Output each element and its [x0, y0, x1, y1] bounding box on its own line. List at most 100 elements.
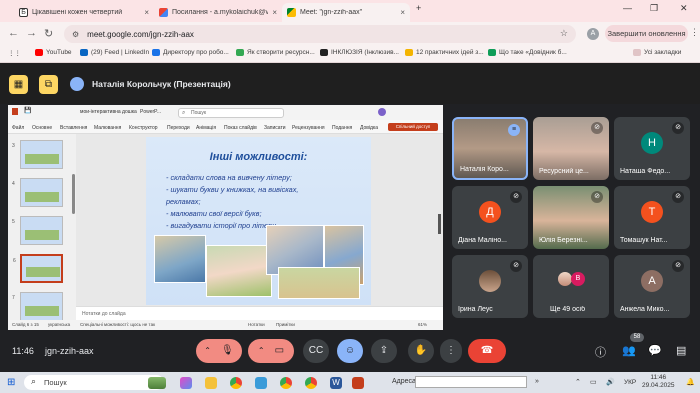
close-icon[interactable]: ×: [144, 8, 149, 17]
save-icon[interactable]: 💾: [24, 107, 31, 114]
participant-tile[interactable]: ⊘ Юлія Березні...: [533, 186, 609, 249]
ribbon-tab-slideshow[interactable]: Показ слайдів: [224, 125, 257, 131]
powerpoint-icon[interactable]: [352, 377, 364, 389]
chrome-icon[interactable]: [280, 377, 292, 389]
chevron-up-icon[interactable]: ⌃: [204, 346, 211, 355]
address-toolbar-input[interactable]: [415, 376, 527, 388]
share-button[interactable]: Спільний доступ: [388, 123, 438, 131]
windows-start-icon[interactable]: ⊞: [7, 377, 15, 388]
present-button[interactable]: ⇪: [371, 339, 397, 363]
bookmark-linkedin[interactable]: (29) Feed | LinkedIn: [80, 49, 149, 56]
tab-news[interactable]: Б Цікавішені кожен четвертий ×: [14, 3, 154, 22]
bookmark-director[interactable]: Директору про робо...: [152, 49, 229, 56]
zoom-level[interactable]: 61%: [418, 322, 427, 327]
participant-tile[interactable]: ⊘ Д Діана Маліно...: [452, 186, 528, 249]
taskbar-search[interactable]: Пошук: [24, 374, 164, 390]
captions-button[interactable]: CC: [303, 339, 329, 363]
notes-pane[interactable]: Нотатки до слайда: [76, 306, 443, 320]
chevron-up-icon[interactable]: ⌃: [258, 346, 265, 355]
bookmark-star-icon[interactable]: ☆: [560, 28, 568, 39]
user-avatar[interactable]: [378, 108, 386, 116]
ribbon-tab-insert[interactable]: Вставлення: [60, 125, 87, 131]
slide-thumb[interactable]: 7: [12, 292, 63, 321]
participant-tile[interactable]: ⊘ Т Томашук Нат...: [614, 186, 690, 249]
camera-toggle[interactable]: ⌃ ▭: [248, 339, 294, 363]
ribbon-tab-design[interactable]: Конструктор: [129, 125, 158, 131]
address-bar[interactable]: ⚙ meet.google.com/jgn-zzih-aax ☆: [64, 25, 576, 43]
maximize-icon[interactable]: ❐: [650, 3, 658, 14]
back-icon[interactable]: ←: [8, 27, 19, 39]
more-menu-icon[interactable]: ⋮: [690, 27, 699, 38]
thumbnails-scrollbar[interactable]: [72, 174, 75, 214]
bookmark-youtube[interactable]: YouTube: [35, 49, 72, 56]
language-indicator[interactable]: УКР: [624, 379, 636, 386]
ribbon-tab-draw[interactable]: Малювання: [94, 125, 121, 131]
volume-icon[interactable]: 🔊: [606, 378, 615, 386]
layout-icon[interactable]: ▦: [9, 75, 28, 94]
raise-hand-button[interactable]: ✋: [408, 339, 434, 363]
tab-gmail[interactable]: Посилання - a.mykolaichuk@vipp ×: [154, 3, 282, 22]
ribbon-tab-view[interactable]: Подання: [332, 125, 352, 131]
close-icon[interactable]: ×: [400, 8, 405, 17]
bookmark-inclusion[interactable]: ІНКЛЮЗІЯ (Інклюзив...: [320, 49, 399, 56]
chrome-icon[interactable]: [230, 377, 242, 389]
ribbon-tab-record[interactable]: Записати: [264, 125, 286, 131]
bookmark-handbook[interactable]: Що таке «Довідник б...: [488, 49, 567, 56]
status-accessibility[interactable]: Спеціальні можливості: щось не так: [80, 322, 155, 327]
reactions-button[interactable]: ☺: [337, 339, 363, 363]
ribbon-tab-review[interactable]: Рецензування: [292, 125, 325, 131]
all-bookmarks[interactable]: Усі закладки: [633, 49, 681, 56]
more-options-button[interactable]: ⋮: [440, 339, 462, 363]
network-icon[interactable]: ▭: [590, 378, 597, 386]
close-icon[interactable]: ×: [272, 8, 277, 17]
leave-call-button[interactable]: ☎: [468, 339, 506, 363]
word-icon[interactable]: W: [330, 377, 342, 389]
bookmark-resource[interactable]: Як створити ресурсн...: [236, 49, 315, 56]
apps-icon[interactable]: ⋮⋮: [8, 49, 21, 57]
info-icon[interactable]: ⓘ: [595, 344, 606, 360]
taskbar-clock[interactable]: 11:46 29.04.2025: [642, 374, 675, 390]
participant-tile[interactable]: ⊘ Н Наташа Федо...: [614, 117, 690, 180]
forward-icon[interactable]: →: [26, 27, 37, 39]
status-comments-button[interactable]: Примітки: [276, 322, 295, 327]
profile-avatar[interactable]: A: [587, 28, 599, 40]
slide-thumb[interactable]: 5: [12, 216, 63, 245]
ribbon-tab-home[interactable]: Основне: [32, 125, 52, 131]
tab-meet[interactable]: Meet: "jgn-zzih-aax" ×: [282, 3, 410, 22]
present-icon[interactable]: ⧉: [39, 75, 58, 94]
store-icon[interactable]: [255, 377, 267, 389]
current-slide[interactable]: Інші можливості: - складати слова на вив…: [146, 137, 371, 305]
minimize-icon[interactable]: —: [623, 3, 632, 13]
chrome-icon[interactable]: [305, 377, 317, 389]
reload-icon[interactable]: ↻: [44, 27, 53, 40]
participant-tile[interactable]: ⊘ Ірина Леус: [452, 255, 528, 318]
people-icon[interactable]: 👥: [622, 344, 636, 357]
chevron-right-icon[interactable]: »: [535, 378, 539, 385]
notifications-icon[interactable]: 🔔: [686, 378, 695, 386]
ribbon-tab-animations[interactable]: Анімація: [196, 125, 216, 131]
file-explorer-icon[interactable]: [205, 377, 217, 389]
participant-tile[interactable]: ⊘ Ресурсний це...: [533, 117, 609, 180]
status-notes-button[interactable]: Нотатки: [248, 322, 265, 327]
chevron-up-icon[interactable]: ⌃: [575, 378, 581, 386]
participant-tile[interactable]: ⊘ А Анжела Мико...: [614, 255, 690, 318]
close-window-icon[interactable]: ✕: [680, 3, 688, 14]
ppt-search-input[interactable]: Пошук: [178, 108, 284, 118]
ribbon-tab-help[interactable]: Довідка: [360, 125, 378, 131]
more-participants-tile[interactable]: В Ще 49 осіб: [533, 255, 609, 318]
new-tab-icon[interactable]: +: [416, 3, 421, 13]
slide-thumb[interactable]: 4: [12, 178, 63, 207]
ribbon-tab-file[interactable]: Файл: [12, 125, 24, 131]
slide-thumb[interactable]: 3: [12, 140, 63, 169]
microphone-toggle[interactable]: ⌃ 🎙︎: [196, 339, 242, 363]
participant-tile[interactable]: ≡ Наталія Коро...: [452, 117, 528, 180]
copilot-icon[interactable]: [180, 377, 192, 389]
chat-icon[interactable]: 💬: [648, 344, 662, 357]
ribbon-tab-transitions[interactable]: Переходи: [167, 125, 190, 131]
activities-icon[interactable]: ▤: [676, 344, 686, 357]
update-button[interactable]: Завершити оновлення: [605, 25, 688, 42]
slide-thumb-selected[interactable]: 6: [13, 254, 63, 283]
site-info-icon[interactable]: ⚙: [72, 30, 79, 39]
bookmark-ideas[interactable]: 12 практичних ідей з...: [405, 49, 484, 56]
editor-scrollbar[interactable]: [438, 214, 441, 234]
